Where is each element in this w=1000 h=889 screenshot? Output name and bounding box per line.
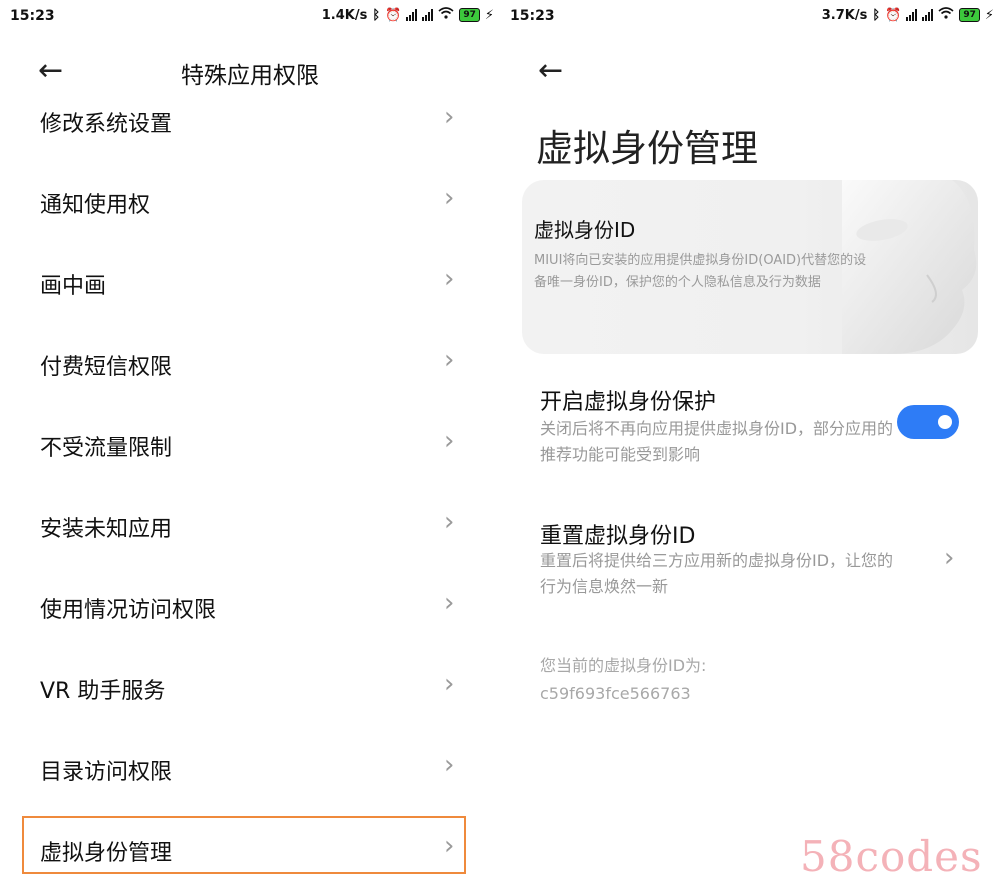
list-item-label: 不受流量限制 bbox=[40, 436, 173, 461]
list-item-vr-helper[interactable]: VR 助手服务 › bbox=[0, 647, 480, 727]
network-speed: 3.7K/s bbox=[821, 7, 868, 23]
protection-title: 开启虚拟身份保护 bbox=[540, 390, 717, 415]
signal-icon bbox=[922, 9, 934, 21]
alarm-icon: ⏰ bbox=[385, 7, 402, 23]
chevron-right-icon: › bbox=[444, 345, 455, 375]
charging-icon: ⚡ bbox=[484, 7, 494, 23]
list-item-modify-system-settings[interactable]: 修改系统设置 › bbox=[0, 80, 480, 160]
signal-icon bbox=[906, 9, 918, 21]
wifi-icon bbox=[438, 7, 454, 23]
signal-icon bbox=[406, 9, 418, 21]
chevron-right-icon: › bbox=[444, 507, 455, 537]
list-item-usage-access[interactable]: 使用情况访问权限 › bbox=[0, 566, 480, 646]
list-item-label: 付费短信权限 bbox=[40, 355, 173, 380]
list-item-label: 修改系统设置 bbox=[40, 112, 173, 137]
list-item-label: 通知使用权 bbox=[40, 193, 151, 218]
chevron-right-icon: › bbox=[444, 426, 455, 456]
chevron-right-icon: › bbox=[444, 750, 455, 780]
list-item-label: 使用情况访问权限 bbox=[40, 598, 217, 623]
page-title: 虚拟身份管理 bbox=[536, 127, 758, 170]
status-bar: 15:23 3.7K/s ᛒ ⏰ 97 ⚡ bbox=[500, 0, 1000, 32]
list-item-picture-in-picture[interactable]: 画中画 › bbox=[0, 242, 480, 322]
chevron-right-icon: › bbox=[444, 588, 455, 618]
back-button[interactable]: ← bbox=[538, 56, 563, 86]
reset-virtual-id-button[interactable]: › bbox=[944, 543, 954, 573]
list-item-label: 目录访问权限 bbox=[40, 760, 173, 785]
virtual-id-info-card: 虚拟身份ID MIUI将向已安装的应用提供虚拟身份ID(OAID)代替您的设备唯… bbox=[522, 180, 978, 354]
list-item-directory-access[interactable]: 目录访问权限 › bbox=[0, 728, 480, 808]
watermark: 58codes bbox=[800, 832, 983, 881]
list-item-unrestricted-data[interactable]: 不受流量限制 › bbox=[0, 404, 480, 484]
special-app-permissions-screen: 15:23 1.4K/s ᛒ ⏰ 97 ⚡ ← 特殊应用权限 修改系统设置 › … bbox=[0, 0, 500, 888]
status-right: 3.7K/s ᛒ ⏰ 97 ⚡ bbox=[822, 7, 994, 23]
virtual-id-protection-toggle[interactable] bbox=[897, 405, 959, 439]
bluetooth-icon: ᛒ bbox=[872, 7, 881, 23]
signal-icon bbox=[422, 9, 434, 21]
chevron-right-icon: › bbox=[444, 102, 455, 132]
status-bar: 15:23 1.4K/s ᛒ ⏰ 97 ⚡ bbox=[0, 0, 500, 32]
chevron-right-icon: › bbox=[444, 183, 455, 213]
chevron-right-icon: › bbox=[944, 543, 955, 573]
virtual-id-management-screen: 15:23 3.7K/s ᛒ ⏰ 97 ⚡ ← 虚拟身份管理 虚拟身份ID MI… bbox=[500, 0, 1000, 888]
battery-indicator: 97 bbox=[959, 8, 980, 22]
list-item-notification-access[interactable]: 通知使用权 › bbox=[0, 161, 480, 241]
chevron-right-icon: › bbox=[444, 669, 455, 699]
reset-description: 重置后将提供给三方应用新的虚拟身份ID，让您的行为信息焕然一新 bbox=[540, 551, 894, 596]
battery-indicator: 97 bbox=[459, 8, 480, 22]
list-item-install-unknown-apps[interactable]: 安装未知应用 › bbox=[0, 485, 480, 565]
bluetooth-icon: ᛒ bbox=[372, 7, 381, 23]
list-item-label: VR 助手服务 bbox=[40, 679, 166, 704]
current-id-label: 您当前的虚拟身份ID为: bbox=[540, 656, 707, 675]
wifi-icon bbox=[938, 7, 954, 23]
list-item-premium-sms[interactable]: 付费短信权限 › bbox=[0, 323, 480, 403]
protection-description: 关闭后将不再向应用提供虚拟身份ID，部分应用的推荐功能可能受到影响 bbox=[540, 419, 894, 464]
charging-icon: ⚡ bbox=[984, 7, 994, 23]
network-speed: 1.4K/s bbox=[321, 7, 368, 23]
status-right: 1.4K/s ᛒ ⏰ 97 ⚡ bbox=[322, 7, 494, 23]
status-time: 15:23 bbox=[10, 8, 55, 24]
chevron-right-icon: › bbox=[444, 264, 455, 294]
list-item-label: 安装未知应用 bbox=[40, 517, 173, 542]
current-id-info: 您当前的虚拟身份ID为: c59f693fce566763 bbox=[540, 652, 706, 708]
reset-title: 重置虚拟身份ID bbox=[540, 524, 696, 549]
alarm-icon: ⏰ bbox=[885, 7, 902, 23]
card-description: MIUI将向已安装的应用提供虚拟身份ID(OAID)代替您的设备唯一身份ID，保… bbox=[534, 253, 867, 290]
highlight-box bbox=[22, 816, 466, 874]
card-title: 虚拟身份ID bbox=[534, 218, 636, 242]
toggle-knob bbox=[938, 415, 952, 429]
status-time: 15:23 bbox=[510, 8, 555, 24]
list-item-label: 画中画 bbox=[40, 274, 107, 299]
arrow-left-icon: ← bbox=[538, 53, 564, 88]
current-id-value: c59f693fce566763 bbox=[540, 684, 691, 703]
